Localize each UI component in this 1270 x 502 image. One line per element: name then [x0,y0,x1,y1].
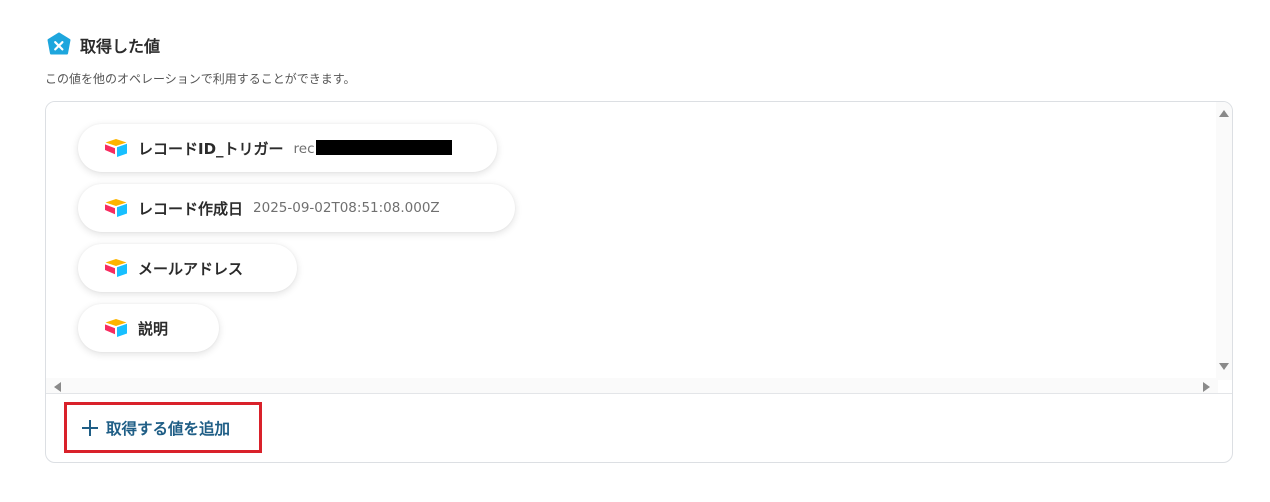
value-chip-description[interactable]: 説明 [78,304,219,352]
value-chip-email[interactable]: メールアドレス [78,244,297,292]
vertical-scrollbar[interactable] [1216,102,1232,380]
plus-icon [81,419,99,437]
scroll-down-arrow-icon[interactable] [1219,363,1229,370]
airtable-icon [104,318,128,338]
value-label: レコードID_トリガー [138,139,284,158]
airtable-icon [104,138,128,158]
value-label: メールアドレス [138,259,244,278]
value-preview: rec [294,139,452,157]
variable-x-icon [46,32,72,58]
horizontal-scrollbar[interactable] [46,378,1218,394]
divider [46,393,1232,394]
scroll-up-arrow-icon[interactable] [1219,110,1229,117]
value-label: 説明 [138,319,169,338]
scroll-left-arrow-icon[interactable] [54,382,61,392]
value-preview: 2025-09-02T08:51:08.000Z [253,200,440,216]
values-list: レコードID_トリガー rec レコード作成日 2025-09-02T08:51… [46,102,1216,378]
value-chip-record-id[interactable]: レコードID_トリガー rec [78,124,497,172]
redaction-bar [315,139,452,155]
section-header: 取得した値 [46,32,160,58]
value-label: レコード作成日 [138,199,244,218]
section-description: この値を他のオペレーションで利用することができます。 [45,72,356,86]
airtable-icon [104,198,128,218]
scroll-right-arrow-icon[interactable] [1203,382,1210,392]
section-title: 取得した値 [80,37,161,56]
airtable-icon [104,258,128,278]
value-chip-created-date[interactable]: レコード作成日 2025-09-02T08:51:08.000Z [78,184,515,232]
add-value-label: 取得する値を追加 [106,419,231,438]
add-value-button[interactable]: 取得する値を追加 [64,402,262,453]
